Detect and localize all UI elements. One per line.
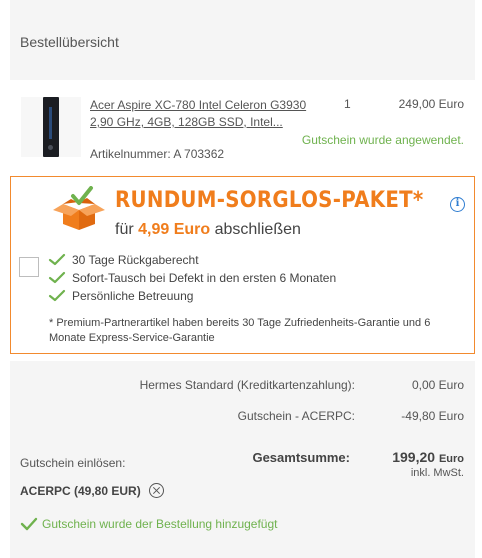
remove-voucher-icon[interactable] xyxy=(148,483,164,498)
voucher-value: -49,80 Euro xyxy=(401,409,464,423)
product-name-link[interactable]: Acer Aspire XC-780 Intel Celeron G3930 2… xyxy=(90,97,310,131)
shipping-label: Hermes Standard (Kreditkartenzahlung): xyxy=(139,378,355,392)
checkmark-icon xyxy=(48,253,66,266)
care-package-checkbox[interactable] xyxy=(19,257,39,277)
article-number: Artikelnummer: A 703362 xyxy=(90,147,225,161)
info-icon[interactable]: i xyxy=(450,197,465,212)
item-price: 249,00 Euro xyxy=(398,97,464,111)
box-icon xyxy=(53,186,105,230)
voucher-applied-note: Gutschein wurde angewendet. xyxy=(301,133,464,147)
offer-footnote: * Premium-Partnerartikel haben bereits 3… xyxy=(49,317,431,344)
page-title: Bestellübersicht xyxy=(20,34,119,50)
care-package-offer: RUNDUM-SORGLOS-PAKET* für 4,99 Euro absc… xyxy=(10,176,475,354)
product-image xyxy=(21,97,81,157)
tax-note: inkl. MwSt. xyxy=(410,467,464,479)
benefit-list: 30 Tage Rückgaberecht Sofort-Tausch bei … xyxy=(47,251,336,305)
checkmark-icon xyxy=(48,271,66,284)
offer-title: RUNDUM-SORGLOS-PAKET* xyxy=(115,188,424,213)
voucher-label: Gutschein - ACERPC: xyxy=(237,409,355,423)
offer-price-line: für 4,99 Euro abschließen xyxy=(115,221,301,238)
checkmark-icon xyxy=(20,517,38,531)
order-totals: Hermes Standard (Kreditkartenzahlung): 0… xyxy=(10,361,475,558)
benefit-item: Persönliche Betreuung xyxy=(47,287,336,305)
item-quantity: 1 xyxy=(344,97,351,111)
voucher-code: ACERPC (49,80 EUR) xyxy=(20,483,164,498)
redeem-voucher-label: Gutschein einlösen: xyxy=(20,456,126,470)
checkmark-icon xyxy=(48,289,66,302)
order-summary-header: Bestellübersicht xyxy=(10,0,475,80)
total-label: Gesamtsumme: xyxy=(252,450,350,465)
shipping-value: 0,00 Euro xyxy=(411,378,464,392)
cart-item: Acer Aspire XC-780 Intel Celeron G3930 2… xyxy=(10,80,475,172)
offer-price: 4,99 Euro xyxy=(138,221,211,238)
benefit-item: Sofort-Tausch bei Defekt in den ersten 6… xyxy=(47,269,336,287)
benefit-item: 30 Tage Rückgaberecht xyxy=(47,251,336,269)
total-value: 199,20 Euro xyxy=(392,449,464,465)
voucher-added-note: Gutschein wurde der Bestellung hinzugefü… xyxy=(20,517,277,531)
